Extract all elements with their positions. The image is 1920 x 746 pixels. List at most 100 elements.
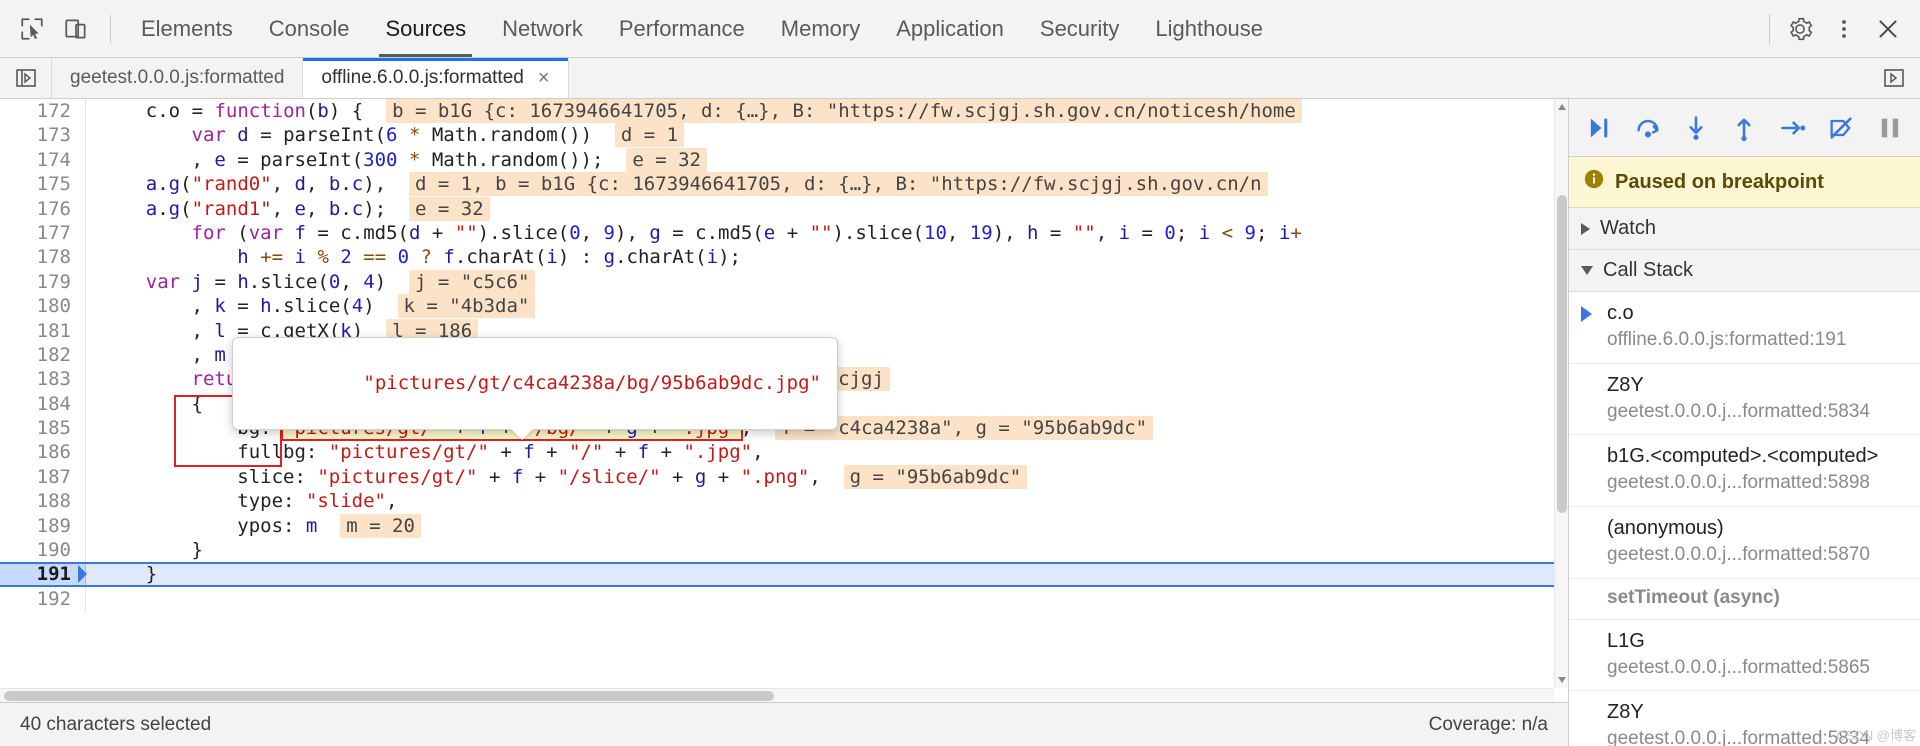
call-stack-frame-location[interactable]: geetest.0.0.0.j...formatted:5834 [1607, 399, 1908, 425]
more-tabs-icon[interactable] [1868, 58, 1920, 98]
watch-section-header[interactable]: Watch [1569, 208, 1920, 250]
call-stack-frame[interactable]: L1G geetest.0.0.0.j...formatted:5865 [1569, 620, 1920, 692]
line-number-173[interactable]: 173 [0, 123, 86, 148]
line-number-186[interactable]: 186 [0, 440, 86, 465]
line-number-174[interactable]: 174 [0, 147, 86, 173]
code-line-173[interactable]: 173 var d = parseInt(6 * Math.random()) … [0, 123, 1568, 148]
code-line-172[interactable]: 172 c.o = function(b) { b = b1G {c: 1673… [0, 99, 1568, 124]
call-stack-frame-location[interactable]: offline.6.0.0.js:formatted:191 [1607, 327, 1908, 353]
line-number-184[interactable]: 184 [0, 391, 86, 417]
call-stack-frame[interactable]: (anonymous) geetest.0.0.0.j...formatted:5… [1569, 507, 1920, 579]
close-devtools-icon[interactable] [1866, 7, 1910, 51]
step-out-icon[interactable] [1725, 109, 1763, 147]
code-line-176[interactable]: 176 a.g("rand1", e, b.c); e = 32 [0, 196, 1568, 221]
code-text-176[interactable]: a.g("rand1", e, b.c); e = 32 [86, 196, 490, 221]
more-options-icon[interactable] [1822, 7, 1866, 51]
code-text-191[interactable]: } [86, 562, 157, 586]
code-text-174[interactable]: , e = parseInt(300 * Math.random()); e =… [86, 147, 707, 172]
deactivate-breakpoints-icon[interactable] [1822, 109, 1860, 147]
code-text-179[interactable]: var j = h.slice(0, 4) j = "c5c6" [86, 269, 536, 294]
code-text-190[interactable]: } [86, 538, 203, 562]
tab-lighthouse[interactable]: Lighthouse [1137, 0, 1281, 57]
call-stack-frame-location[interactable]: geetest.0.0.0.j...formatted:5865 [1607, 655, 1908, 681]
code-line-187[interactable]: 187 slice: "pictures/gt/" + f + "/slice/… [0, 464, 1568, 490]
code-line-178[interactable]: 178 h += i % 2 == 0 ? f.charAt(i) : g.ch… [0, 245, 1568, 270]
line-number-176[interactable]: 176 [0, 196, 86, 221]
line-number-183[interactable]: 183 [0, 367, 86, 392]
code-text-188[interactable]: type: "slide", [86, 489, 397, 513]
line-number-187[interactable]: 187 [0, 464, 86, 490]
code-text-173[interactable]: var d = parseInt(6 * Math.random()) d = … [86, 123, 685, 148]
code-token: + [603, 441, 638, 464]
horizontal-scroll-thumb[interactable] [4, 691, 774, 701]
resume-script-icon[interactable] [1580, 109, 1618, 147]
vertical-scroll-thumb[interactable] [1557, 195, 1567, 513]
code-line-190[interactable]: 190 } [0, 538, 1568, 563]
line-number-185[interactable]: 185 [0, 416, 86, 441]
source-tab-geetest[interactable]: geetest.0.0.0.js:formatted [52, 58, 304, 98]
settings-gear-icon[interactable] [1778, 7, 1822, 51]
code-area[interactable]: 172 c.o = function(b) { b = b1G {c: 1673… [0, 99, 1568, 702]
call-stack-section-header[interactable]: Call Stack [1569, 250, 1920, 292]
line-number-188[interactable]: 188 [0, 489, 86, 514]
show-navigator-icon[interactable] [0, 58, 52, 98]
code-line-180[interactable]: 180 , k = h.slice(4) k = "4b3da" [0, 294, 1568, 319]
line-number-175[interactable]: 175 [0, 172, 86, 197]
editor-horizontal-scrollbar[interactable] [0, 688, 1554, 702]
code-line-177[interactable]: 177 for (var f = c.md5(d + "").slice(0, … [0, 220, 1568, 246]
code-text-178[interactable]: h += i % 2 == 0 ? f.charAt(i) : g.charAt… [86, 245, 741, 269]
tab-security[interactable]: Security [1022, 0, 1137, 57]
editor-vertical-scrollbar[interactable] [1554, 99, 1568, 688]
tab-elements[interactable]: Elements [123, 0, 251, 57]
line-number-182[interactable]: 182 [0, 342, 86, 368]
step-icon[interactable] [1774, 109, 1812, 147]
code-text-172[interactable]: c.o = function(b) { b = b1G {c: 16739466… [86, 99, 1302, 123]
code-text-189[interactable]: ypos: m m = 20 [86, 513, 421, 538]
code-line-174[interactable]: 174 , e = parseInt(300 * Math.random());… [0, 147, 1568, 173]
code-line-191[interactable]: 191 } [0, 562, 1568, 588]
call-stack-frame-location[interactable]: geetest.0.0.0.j...formatted:5898 [1607, 470, 1908, 496]
inspect-element-icon[interactable] [10, 7, 54, 51]
tab-application[interactable]: Application [878, 0, 1022, 57]
code-line-189[interactable]: 189 ypos: m m = 20 [0, 513, 1568, 539]
tab-memory[interactable]: Memory [763, 0, 878, 57]
call-stack-frame-location[interactable]: geetest.0.0.0.j...formatted:5870 [1607, 542, 1908, 568]
code-line-179[interactable]: 179 var j = h.slice(0, 4) j = "c5c6" [0, 269, 1568, 295]
line-number-178[interactable]: 178 [0, 245, 86, 270]
tab-sources[interactable]: Sources [367, 0, 484, 57]
code-text-187[interactable]: slice: "pictures/gt/" + f + "/slice/" + … [86, 464, 1028, 489]
call-stack-frame[interactable]: c.o offline.6.0.0.js:formatted:191 [1569, 292, 1920, 364]
code-text-184[interactable]: { [86, 392, 203, 416]
tab-performance[interactable]: Performance [601, 0, 763, 57]
code-text-177[interactable]: for (var f = c.md5(d + "").slice(0, 9), … [86, 221, 1302, 245]
line-number-179[interactable]: 179 [0, 269, 86, 295]
line-number-172[interactable]: 172 [0, 99, 86, 124]
line-number-192[interactable]: 192 [0, 586, 86, 612]
scroll-down-arrow-icon[interactable] [1558, 677, 1566, 683]
code-text-175[interactable]: a.g("rand0", d, b.c), d = 1, b = b1G {c:… [86, 172, 1268, 197]
tab-console[interactable]: Console [251, 0, 368, 57]
code-line-186[interactable]: 186 fullbg: "pictures/gt/" + f + "/" + f… [0, 440, 1568, 465]
tab-network[interactable]: Network [484, 0, 601, 57]
device-toolbar-icon[interactable] [54, 7, 98, 51]
line-number-180[interactable]: 180 [0, 294, 86, 319]
step-into-icon[interactable] [1677, 109, 1715, 147]
code-line-192[interactable]: 192 [0, 586, 1568, 612]
line-number-181[interactable]: 181 [0, 318, 86, 343]
line-number-191[interactable]: 191 [0, 562, 86, 587]
source-tab-offline[interactable]: offline.6.0.0.js:formatted × [303, 58, 569, 98]
pause-on-exceptions-icon[interactable] [1871, 109, 1909, 147]
line-number-189[interactable]: 189 [0, 513, 86, 539]
code-token: slice [260, 270, 318, 293]
call-stack-frame[interactable]: Z8Y geetest.0.0.0.j...formatted:5834 [1569, 364, 1920, 436]
call-stack-frame[interactable]: b1G.<computed>.<computed> geetest.0.0.0.j… [1569, 435, 1920, 507]
code-text-180[interactable]: , k = h.slice(4) k = "4b3da" [86, 294, 536, 319]
code-line-188[interactable]: 188 type: "slide", [0, 489, 1568, 514]
code-line-175[interactable]: 175 a.g("rand0", d, b.c), d = 1, b = b1G… [0, 172, 1568, 197]
scroll-up-arrow-icon[interactable] [1558, 104, 1566, 110]
close-icon[interactable]: × [538, 68, 550, 88]
step-over-icon[interactable] [1629, 109, 1667, 147]
line-number-177[interactable]: 177 [0, 220, 86, 246]
line-number-190[interactable]: 190 [0, 538, 86, 563]
code-text-186[interactable]: fullbg: "pictures/gt/" + f + "/" + f + "… [86, 440, 763, 464]
